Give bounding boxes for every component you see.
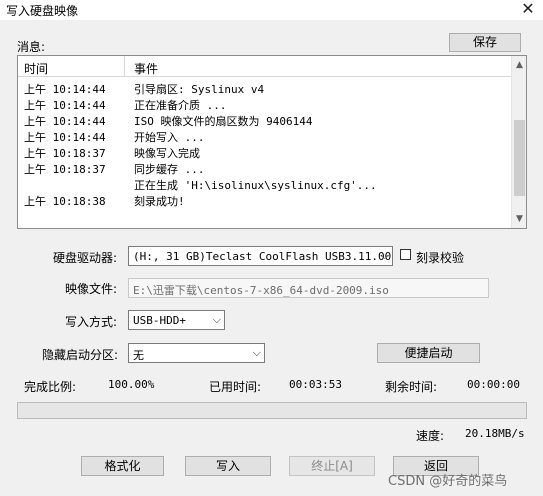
write-button[interactable]: 写入 [185, 456, 271, 476]
drive-value: (H:, 31 GB)Teclast CoolFlash USB3.11.00 [133, 250, 392, 263]
verify-label: 刻录校验 [416, 251, 465, 265]
write-mode-value: USB-HDD+ [133, 314, 186, 327]
elapsed-label: 已用时间: [209, 380, 262, 394]
hidden-partition-select[interactable]: 无 ⌵ [128, 343, 265, 363]
save-button[interactable]: 保存 [449, 33, 521, 52]
scroll-thumb[interactable] [514, 120, 525, 196]
chevron-down-icon[interactable]: ⌵ [253, 346, 261, 360]
column-event[interactable]: 事件 [134, 60, 158, 77]
log-scrollbar[interactable]: ▲ ▼ [511, 56, 526, 228]
drive-select[interactable]: (H:, 31 GB)Teclast CoolFlash USB3.11.00 … [128, 246, 393, 266]
verify-checkbox[interactable] [400, 249, 411, 260]
title-bar [0, 0, 543, 20]
window-title: 写入硬盘映像 [6, 4, 79, 18]
scroll-down-icon[interactable]: ▼ [514, 213, 525, 225]
elapsed-value: 00:03:53 [289, 378, 342, 391]
column-time[interactable]: 时间 [24, 60, 48, 77]
stop-button[interactable]: 终止[A] [289, 456, 375, 476]
progress-bar [17, 402, 527, 419]
speed-label: 速度: [416, 429, 445, 443]
messages-label: 消息: [17, 40, 46, 54]
hidden-partition-value: 无 [133, 349, 144, 362]
image-file-value: E:\迅雷下载\centos-7-x86_64-dvd-2009.iso [133, 284, 389, 297]
speed-value: 20.18MB/s [465, 427, 525, 440]
write-mode-label: 写入方式: [65, 315, 118, 329]
chevron-down-icon[interactable]: ⌵ [381, 249, 389, 263]
log-row: 上午 10:14:44 引导扇区: Syslinux v4 [24, 83, 265, 96]
log-rows: 上午 10:14:44 引导扇区: Syslinux v4 上午 10:14:44… [18, 80, 511, 208]
ratio-label: 完成比例: [24, 380, 77, 394]
message-log[interactable]: 时间 事件 上午 10:14:44 引导扇区: Syslinux v4 上午 10… [17, 55, 527, 229]
log-row: 上午 10:18:37 映像写入完成 [24, 147, 200, 160]
drive-label: 硬盘驱动器: [53, 251, 118, 265]
scroll-up-icon[interactable]: ▲ [514, 59, 525, 71]
write-mode-select[interactable]: USB-HDD+ ⌵ [128, 310, 225, 330]
chevron-down-icon[interactable]: ⌵ [213, 313, 221, 327]
image-file-label: 映像文件: [65, 282, 118, 296]
log-row: 正在生成 'H:\isolinux\syslinux.cfg'... [134, 179, 377, 192]
log-row: 上午 10:18:38 刻录成功! [24, 195, 185, 208]
remaining-label: 剩余时间: [385, 380, 438, 394]
quick-boot-button[interactable]: 便捷启动 [377, 343, 480, 363]
format-button[interactable]: 格式化 [81, 456, 164, 476]
remaining-value: 00:00:00 [467, 378, 520, 391]
image-file-field[interactable]: E:\迅雷下载\centos-7-x86_64-dvd-2009.iso [128, 278, 489, 298]
log-row: 上午 10:14:44 正在准备介质 ... [24, 99, 227, 112]
log-header: 时间 事件 [18, 56, 511, 77]
log-row: 上午 10:14:44 ISO 映像文件的扇区数为 9406144 [24, 115, 313, 128]
hidden-partition-label: 隐藏启动分区: [42, 348, 119, 362]
log-row: 上午 10:18:37 同步缓存 ... [24, 163, 205, 176]
ratio-value: 100.00% [108, 378, 155, 391]
log-row: 上午 10:14:44 开始写入 ... [24, 131, 205, 144]
watermark: CSDN @好奇的菜鸟 [388, 474, 508, 489]
column-divider[interactable] [124, 56, 125, 76]
close-icon[interactable]: ✕ [516, 0, 540, 19]
